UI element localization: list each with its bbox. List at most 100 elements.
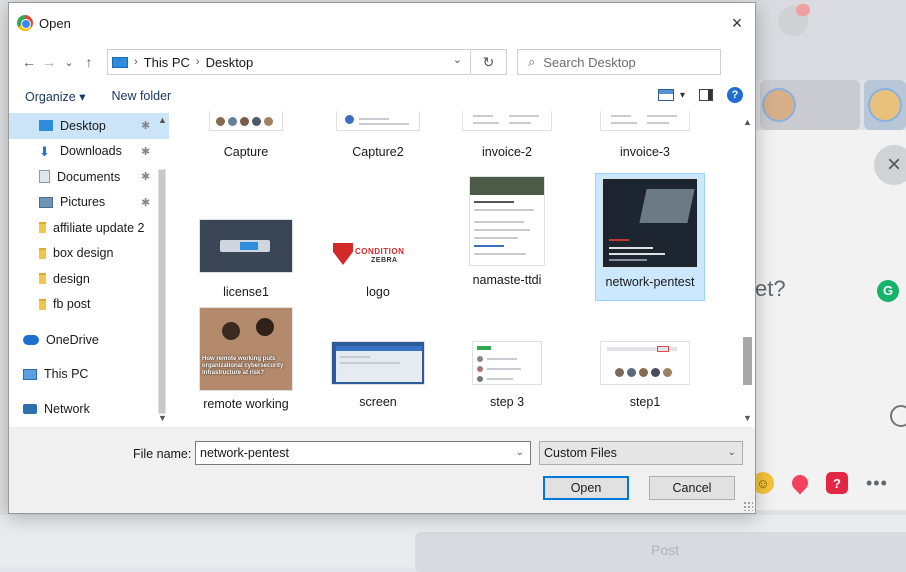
chevron-down-icon[interactable]: ⌄ <box>453 53 462 66</box>
file-item-logo[interactable]: CONDITION ZEBRA logo <box>323 219 433 300</box>
file-item-network-pentest[interactable]: network-pentest <box>595 173 705 301</box>
thumb-line <box>340 356 370 358</box>
dialog-title: Open <box>39 15 71 31</box>
file-item-remote-working[interactable]: How remote working puts organizational c… <box>191 307 301 413</box>
folder-icon <box>39 247 46 259</box>
chrome-icon <box>17 15 33 31</box>
pin-icon[interactable]: ✱ <box>141 170 150 183</box>
chevron-down-icon[interactable]: ⌄ <box>516 442 524 464</box>
bg-notification-badge <box>796 4 810 16</box>
pin-icon[interactable]: ✱ <box>141 145 150 158</box>
post-button[interactable]: Post <box>415 532 906 572</box>
file-name: screen <box>359 395 397 409</box>
file-type-select[interactable]: Custom Files ⌄ <box>539 441 743 465</box>
file-thumbnail <box>472 341 542 385</box>
nav-item-onedrive[interactable]: OneDrive <box>9 327 169 353</box>
file-item-license1[interactable]: license1 <box>191 219 301 300</box>
file-item-step1[interactable]: step1 <box>590 341 700 410</box>
nav-item-network[interactable]: Network <box>9 396 169 422</box>
scrollbar-thumb[interactable] <box>743 337 752 385</box>
search-input[interactable]: ⌕ Search Desktop <box>517 49 721 75</box>
change-view-icon[interactable] <box>657 89 674 101</box>
thumb-line <box>509 122 531 124</box>
thumb-line <box>647 122 669 124</box>
view-options-chevron-icon[interactable]: ▾ <box>680 90 685 101</box>
open-button[interactable]: Open <box>543 476 629 500</box>
thumb-line <box>474 201 514 203</box>
nav-item-pictures[interactable]: Pictures ✱ <box>9 190 169 216</box>
scroll-up-icon[interactable]: ▲ <box>158 115 167 125</box>
bg-header <box>755 0 906 80</box>
scroll-down-icon[interactable]: ▼ <box>158 413 167 423</box>
file-item-screen[interactable]: screen <box>323 341 433 410</box>
file-type-value: Custom Files <box>544 446 617 460</box>
file-name: invoice-3 <box>619 145 671 159</box>
cancel-button[interactable]: Cancel <box>649 476 735 500</box>
file-list-scrollbar[interactable]: ▲ ▼ <box>739 111 755 427</box>
grammarly-icon[interactable]: G <box>877 280 899 302</box>
more-icon[interactable]: ••• <box>866 473 888 494</box>
scroll-up-icon[interactable]: ▲ <box>743 117 752 127</box>
address-row: ← → ⌄ ↑ › This PC › Desktop ⌄ ↻ ⌕ Search… <box>9 43 755 81</box>
scroll-down-icon[interactable]: ▼ <box>743 413 752 423</box>
logo-text: ZEBRA <box>371 257 398 264</box>
file-thumbnail <box>199 219 293 273</box>
nav-item-documents[interactable]: Documents ✱ <box>9 164 169 190</box>
breadcrumb-desktop[interactable]: Desktop <box>206 55 254 70</box>
location-icon[interactable] <box>788 471 812 495</box>
help-icon[interactable]: ? <box>727 87 743 103</box>
nav-item-box-design[interactable]: box design <box>9 241 169 267</box>
refresh-icon[interactable]: ↻ <box>471 49 507 75</box>
nav-item-design[interactable]: design <box>9 266 169 292</box>
file-item-capture2[interactable]: Capture2 <box>323 111 433 160</box>
navigation-pane: Desktop ✱ ⬇ Downloads ✱ Documents ✱ Pict… <box>9 111 169 427</box>
thumb-line <box>473 115 493 117</box>
file-thumbnail <box>469 176 545 266</box>
file-thumbnail: CONDITION ZEBRA <box>331 219 425 273</box>
organize-button[interactable]: Organize ▾ <box>25 89 85 104</box>
nav-item-affiliate-update[interactable]: affiliate update 2 <box>9 215 169 241</box>
file-item-step-3[interactable]: step 3 <box>452 341 562 410</box>
new-folder-button[interactable]: New folder <box>111 89 171 103</box>
pin-icon[interactable]: ✱ <box>141 119 150 132</box>
back-icon[interactable]: ← <box>19 54 39 70</box>
resize-grip-icon[interactable] <box>743 501 753 511</box>
preview-pane-icon[interactable] <box>699 89 713 101</box>
bg-post-actions: ☺ ? ••• <box>752 471 888 495</box>
file-thumbnail: How remote working puts organizational c… <box>199 307 293 391</box>
breadcrumb-this-pc[interactable]: This PC <box>144 55 190 70</box>
search-icon: ⌕ <box>528 54 536 69</box>
nav-item-downloads[interactable]: ⬇ Downloads ✱ <box>9 139 169 165</box>
thumb-avatar <box>663 368 672 377</box>
nav-item-this-pc[interactable]: This PC <box>9 362 169 388</box>
file-name: remote working cybersecurity risk <box>198 397 295 413</box>
thumb-line <box>359 123 409 125</box>
close-icon[interactable]: × <box>725 11 749 35</box>
file-item-capture[interactable]: Capture <box>191 111 301 160</box>
file-item-invoice-2[interactable]: invoice-2 <box>452 111 562 160</box>
emoji-icon[interactable] <box>890 405 906 427</box>
thumb-badge <box>477 346 491 350</box>
up-icon[interactable]: ↑ <box>79 54 99 70</box>
nav-scrollbar[interactable]: ▲ ▼ <box>155 111 169 427</box>
nav-item-label: Downloads <box>60 144 122 159</box>
nav-item-desktop[interactable]: Desktop ✱ <box>9 113 169 139</box>
file-item-invoice-3[interactable]: invoice-3 <box>590 111 700 160</box>
file-name: Capture <box>223 145 269 159</box>
address-bar[interactable]: › This PC › Desktop ⌄ <box>107 49 471 75</box>
recent-locations-icon[interactable]: ⌄ <box>59 56 79 69</box>
pin-icon[interactable]: ✱ <box>141 196 150 209</box>
file-name: step1 <box>629 395 661 409</box>
forward-icon[interactable]: → <box>39 54 59 70</box>
nav-item-fb-post[interactable]: fb post <box>9 292 169 318</box>
chevron-down-icon[interactable]: ⌄ <box>728 442 736 464</box>
thumb-line <box>609 239 629 241</box>
scrollbar-thumb[interactable] <box>158 169 166 414</box>
logo-text: CONDITION <box>355 247 405 256</box>
file-name-input[interactable]: network-pentest ⌄ <box>195 441 531 465</box>
this-pc-icon <box>112 56 128 68</box>
qna-icon[interactable]: ? <box>826 472 848 494</box>
thumb-avatar <box>228 117 237 126</box>
bg-close-icon[interactable]: × <box>874 145 906 185</box>
file-item-namaste-ttdi[interactable]: namaste-ttdi <box>452 176 562 288</box>
